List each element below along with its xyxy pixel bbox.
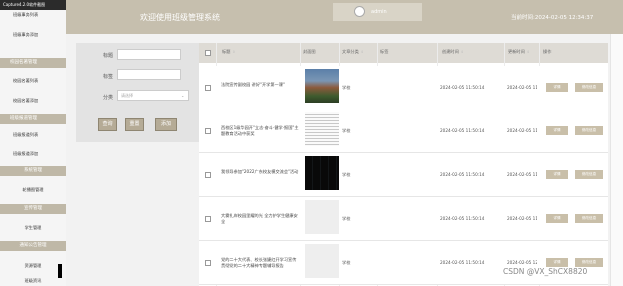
cover-image (305, 244, 339, 278)
table-row[interactable]: 西校区1级华园开"立志·奋斗·健学·报国"主题教育活动中获奖 学校 2024-02-… (199, 109, 608, 153)
sidebar-scrollbar[interactable] (58, 264, 62, 278)
row-updated: 2024-02-05 11:5 (507, 128, 537, 133)
add-button[interactable]: 添加 (155, 118, 177, 131)
edit-button[interactable]: 修改信息 (575, 83, 603, 92)
row-title: 西校区1级华园开"立志·奋斗·健学·报国"主题教育活动中获奖 (221, 125, 299, 136)
row-created: 2024-02-05 11:50:14 (440, 85, 485, 90)
sidebar-item-5[interactable]: 班级报道管理 (0, 114, 66, 124)
username[interactable]: admin (371, 9, 387, 15)
edit-button[interactable]: 修改信息 (575, 170, 603, 179)
sidebar-item-0[interactable]: 班级事务列表 (0, 10, 66, 20)
row-title: 我领导参加"2022广东校友模交流会"活动 (221, 169, 299, 174)
row-checkbox[interactable] (205, 85, 211, 91)
title-input[interactable] (117, 49, 181, 60)
cover-image (305, 112, 339, 146)
table-row[interactable]: 我领导参加"2022广东校友模交流会"活动学校 2024-02-05 11:50:… (199, 153, 608, 197)
row-checkbox[interactable] (205, 260, 211, 266)
row-category: 学校 (342, 128, 351, 133)
cover-image (305, 69, 339, 103)
header-updated[interactable]: 更新时间 ⇕ (508, 49, 530, 55)
sidebar-item-12[interactable]: 通知公告管理 (0, 241, 66, 251)
row-updated: 2024-02-05 11:5 (507, 172, 537, 177)
sidebar-item-13[interactable]: 资源管理 (0, 261, 66, 271)
sidebar-item-2[interactable]: 校园名著管理 (0, 58, 66, 68)
sidebar-item-11[interactable]: 学生管理 (0, 223, 66, 233)
row-created: 2024-02-05 11:50:14 (440, 128, 485, 133)
row-category: 学校 (342, 260, 351, 265)
tag-input[interactable] (117, 69, 181, 80)
tag-label: 标签 (103, 74, 114, 80)
row-updated: 2024-02-05 11:5 (507, 216, 537, 221)
sidebar-item-4[interactable]: 校园名著添加 (0, 96, 66, 106)
detail-button[interactable]: 详情 (546, 126, 568, 135)
header-title[interactable]: 标题 ⇕ (222, 49, 235, 55)
row-category: 学校 (342, 172, 351, 177)
table-row[interactable]: 大雾扎岸校园里耀的光 全力护学生健康安全 学校 2024-02-05 11:50:1… (199, 197, 608, 241)
edit-button[interactable]: 修改信息 (575, 126, 603, 135)
row-checkbox[interactable] (205, 128, 211, 134)
row-category: 学校 (342, 85, 351, 90)
table-header: 标题 ⇕ 封面图 文章分类 ⇕ 标签 创建时间 ⇕ 更新时间 ⇕ 操作 (199, 43, 608, 63)
row-title: 大雾扎岸校园里耀的光 全力护学生健康安全 (221, 213, 298, 224)
cover-image (305, 200, 339, 234)
row-checkbox[interactable] (205, 216, 211, 222)
current-time: 当前时间:2024-02-05 12:34:37 (511, 15, 594, 21)
user-avatar-icon[interactable] (354, 6, 365, 17)
row-checkbox[interactable] (205, 172, 211, 178)
header-tags: 标签 (380, 49, 389, 54)
row-category: 学校 (342, 216, 351, 221)
watermark: CSDN @VX_ShCX8820 (503, 267, 588, 276)
category-label: 分类 (103, 95, 114, 101)
welcome-text: 欢迎使用班级管理系统 (140, 13, 220, 22)
row-updated: 2024-02-05 12:3 (507, 260, 537, 265)
header-actions: 操作 (543, 49, 552, 54)
cover-image (305, 156, 339, 190)
title-label: 标题 (103, 53, 114, 59)
table-row[interactable]: 党的二十大代表、校长张婕红开学习宣传贯彻党的二十大精神专题辅导报告 学校 2024-… (199, 241, 608, 285)
page-scrollbar[interactable] (610, 34, 623, 286)
sidebar-item-7[interactable]: 班级报道添加 (0, 149, 66, 159)
sidebar-item-9[interactable]: 轮播图管理 (0, 185, 66, 195)
row-updated: 2024-02-05 11:5 (507, 85, 537, 90)
detail-button[interactable]: 详情 (546, 83, 568, 92)
row-title: 党的二十大代表、校长张婕红开学习宣传贯彻党的二十大精神专题辅导报告 (221, 257, 297, 268)
header-created[interactable]: 创建时间 ⇕ (442, 49, 464, 55)
row-created: 2024-02-05 11:50:14 (440, 172, 485, 177)
sidebar-item-1[interactable]: 班级事务添加 (0, 30, 66, 40)
window-title: Capture4.2.0软件截图 (0, 0, 66, 10)
edit-button[interactable]: 修改信息 (575, 214, 603, 223)
chevron-down-icon: ⌄ (181, 93, 185, 98)
header-category[interactable]: 文章分类 ⇕ (342, 49, 364, 55)
sidebar-item-6[interactable]: 班级报道列表 (0, 130, 66, 140)
detail-button[interactable]: 详情 (546, 214, 568, 223)
reset-button[interactable]: 重置 (125, 118, 144, 131)
detail-button[interactable]: 详情 (546, 170, 568, 179)
select-all-checkbox[interactable] (205, 50, 211, 56)
table-row[interactable]: 法院宣传副校园 讲好"开学第一课" 学校 2024-02-05 11:50:14 20… (199, 66, 608, 110)
category-select[interactable]: 请选择 (117, 90, 189, 101)
row-created: 2024-02-05 11:50:14 (440, 260, 485, 265)
edit-button[interactable]: 修改信息 (575, 258, 603, 267)
detail-button[interactable]: 详情 (546, 258, 568, 267)
header-cover: 封面图 (303, 49, 316, 54)
sidebar-item-3[interactable]: 校园名著列表 (0, 76, 66, 86)
row-created: 2024-02-05 11:50:14 (440, 216, 485, 221)
query-button[interactable]: 查询 (98, 118, 117, 131)
sidebar-item-14[interactable]: 班级资讯 (0, 276, 66, 286)
row-title: 法院宣传副校园 讲好"开学第一课" (221, 82, 285, 87)
sidebar-item-8[interactable]: 系统管理 (0, 166, 66, 176)
article-table: 标题 ⇕ 封面图 文章分类 ⇕ 标签 创建时间 ⇕ 更新时间 ⇕ 操作 法院宣传副校园 … (199, 43, 608, 286)
sidebar-item-10[interactable]: 宣传管理 (0, 204, 66, 214)
